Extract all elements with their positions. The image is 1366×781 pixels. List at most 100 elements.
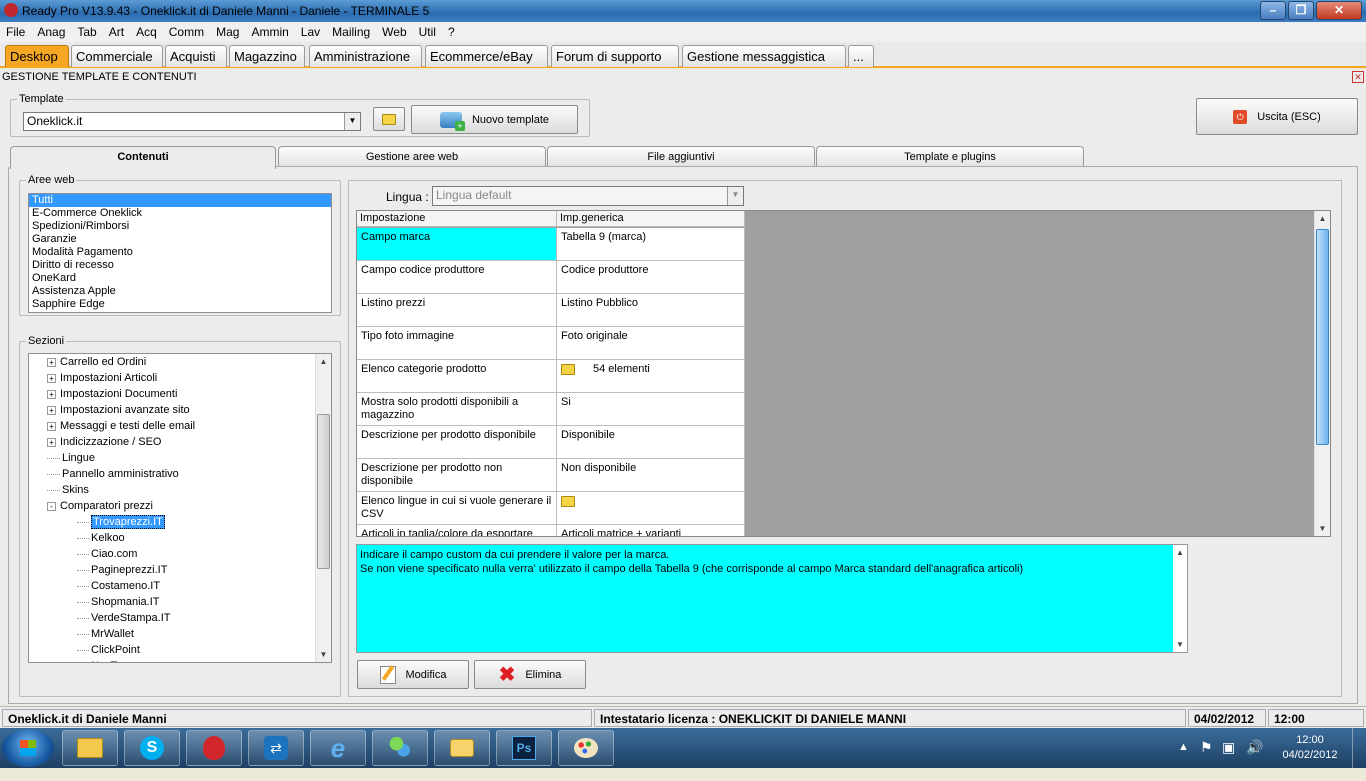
tree-node[interactable]: + Indicizzazione / SEO bbox=[47, 436, 162, 452]
tree-node[interactable]: NexTag bbox=[77, 660, 128, 662]
tree-node[interactable]: - Comparatori prezzi bbox=[47, 500, 153, 516]
description-scrollbar[interactable]: ▲ ▼ bbox=[1173, 545, 1187, 652]
new-template-button[interactable]: + Nuovo template bbox=[411, 105, 578, 134]
grid-cell-name[interactable]: Elenco categorie prodotto bbox=[357, 360, 557, 393]
grid-cell-name[interactable]: Mostra solo prodotti disponibili a magaz… bbox=[357, 393, 557, 426]
tab-messaggistica[interactable]: Gestione messaggistica bbox=[682, 45, 846, 67]
delete-button[interactable]: ✖ Elimina bbox=[474, 660, 586, 689]
menu-art[interactable]: Art bbox=[103, 22, 130, 39]
grid-cell-name[interactable]: Articoli in taglia/colore da esportare bbox=[357, 525, 557, 536]
sezioni-tree[interactable]: + Carrello ed Ordini + Impostazioni Articol… bbox=[28, 353, 332, 663]
lingua-select[interactable]: Lingua default ▼ bbox=[432, 186, 744, 206]
taskbar-teamviewer[interactable]: ⇄ bbox=[248, 730, 304, 766]
description-box[interactable]: Indicare il campo custom da cui prendere… bbox=[356, 544, 1188, 653]
menu-anag[interactable]: Anag bbox=[31, 22, 71, 39]
sezioni-scrollbar[interactable]: ▲ ▼ bbox=[315, 354, 331, 662]
tab-file-aggiuntivi[interactable]: File aggiuntivi bbox=[547, 146, 815, 167]
menu-mailing[interactable]: Mailing bbox=[326, 22, 376, 39]
menu-help[interactable]: ? bbox=[442, 22, 461, 39]
expand-icon[interactable]: + bbox=[47, 374, 56, 383]
aree-web-item[interactable]: E-Commerce Oneklick bbox=[29, 207, 331, 220]
start-button[interactable] bbox=[2, 729, 54, 767]
tab-desktop[interactable]: Desktop bbox=[5, 45, 69, 67]
menu-util[interactable]: Util bbox=[413, 22, 442, 39]
grid-cell-value[interactable] bbox=[557, 492, 745, 525]
tree-node[interactable]: Pannello amministrativo bbox=[47, 468, 179, 484]
scroll-up-icon[interactable]: ▲ bbox=[316, 354, 331, 369]
taskbar-outlook[interactable] bbox=[434, 730, 490, 766]
tree-node[interactable]: Skins bbox=[47, 484, 89, 500]
tree-node[interactable]: VerdeStampa.IT bbox=[77, 612, 171, 628]
show-hidden-icons[interactable]: ▲ bbox=[1178, 741, 1189, 781]
open-folder-button[interactable] bbox=[373, 107, 405, 131]
aree-web-item[interactable]: Diritto di recesso bbox=[29, 259, 331, 272]
grid-cell-name[interactable]: Campo codice produttore bbox=[357, 261, 557, 294]
tab-commerciale[interactable]: Commerciale bbox=[71, 45, 163, 67]
expand-icon[interactable]: + bbox=[47, 390, 56, 399]
taskbar-readypro[interactable] bbox=[186, 730, 242, 766]
grid-cell-name[interactable]: Tipo foto immagine bbox=[357, 327, 557, 360]
tree-node[interactable]: Ciao.com bbox=[77, 548, 137, 564]
tree-node[interactable]: MrWallet bbox=[77, 628, 134, 644]
tab-magazzino[interactable]: Magazzino bbox=[229, 45, 305, 67]
tab-more[interactable]: ... bbox=[848, 45, 874, 67]
grid-scrollbar[interactable]: ▲ ▼ bbox=[1314, 211, 1330, 536]
taskbar-messenger[interactable] bbox=[372, 730, 428, 766]
aree-web-list[interactable]: Tutti E-Commerce Oneklick Spedizioni/Rimbo… bbox=[28, 193, 332, 313]
tab-forum[interactable]: Forum di supporto bbox=[551, 45, 679, 67]
tab-amministrazione[interactable]: Amministrazione bbox=[309, 45, 422, 67]
tree-node[interactable]: + Messaggi e testi delle email bbox=[47, 420, 195, 436]
aree-web-item[interactable]: Spedizioni/Rimborsi bbox=[29, 220, 331, 233]
tree-node[interactable]: Pagineprezzi.IT bbox=[77, 564, 167, 580]
folder-icon[interactable] bbox=[561, 495, 575, 507]
tree-node[interactable]: Trovaprezzi.IT bbox=[77, 515, 165, 532]
aree-web-item[interactable]: Tutti bbox=[29, 194, 331, 207]
scroll-thumb[interactable] bbox=[317, 414, 330, 569]
menu-tab[interactable]: Tab bbox=[71, 22, 102, 39]
scroll-down-icon[interactable]: ▼ bbox=[1173, 637, 1187, 652]
tree-node[interactable]: Shopmania.IT bbox=[77, 596, 159, 612]
menu-lav[interactable]: Lav bbox=[295, 22, 326, 39]
taskbar-paint[interactable] bbox=[558, 730, 614, 766]
aree-web-item[interactable]: Modalità Pagamento bbox=[29, 246, 331, 259]
flag-icon[interactable]: ⚑ bbox=[1200, 739, 1213, 779]
menu-file[interactable]: File bbox=[0, 22, 31, 39]
grid-cell-value[interactable]: Articoli matrice + varianti bbox=[557, 525, 745, 536]
chevron-down-icon[interactable]: ▼ bbox=[344, 113, 360, 130]
modify-button[interactable]: Modifica bbox=[357, 660, 469, 689]
tree-node[interactable]: ClickPoint bbox=[77, 644, 140, 660]
grid-cell-value[interactable]: Si bbox=[557, 393, 745, 426]
clock[interactable]: 12:00 04/02/2012 bbox=[1282, 734, 1338, 774]
grid-cell-name[interactable]: Campo marca bbox=[357, 228, 557, 261]
expand-icon[interactable]: + bbox=[47, 438, 56, 447]
menu-acq[interactable]: Acq bbox=[130, 22, 163, 39]
menu-web[interactable]: Web bbox=[376, 22, 412, 39]
taskbar-internet-explorer[interactable]: e bbox=[310, 730, 366, 766]
menu-comm[interactable]: Comm bbox=[163, 22, 210, 39]
scroll-down-icon[interactable]: ▼ bbox=[316, 647, 331, 662]
tree-node[interactable]: + Impostazioni Documenti bbox=[47, 388, 177, 404]
tree-node[interactable]: + Impostazioni Articoli bbox=[47, 372, 157, 388]
minimize-button[interactable]: – bbox=[1260, 1, 1286, 20]
taskbar-explorer[interactable] bbox=[62, 730, 118, 766]
chevron-down-icon[interactable]: ▼ bbox=[727, 187, 743, 205]
tab-gestione-aree-web[interactable]: Gestione aree web bbox=[278, 146, 546, 167]
taskbar-skype[interactable]: S bbox=[124, 730, 180, 766]
expand-icon[interactable]: + bbox=[47, 358, 56, 367]
grid-cell-value[interactable]: Codice produttore bbox=[557, 261, 745, 294]
grid-cell-name[interactable]: Descrizione per prodotto disponibile bbox=[357, 426, 557, 459]
tree-node[interactable]: Kelkoo bbox=[77, 532, 125, 548]
close-page-icon[interactable]: ✕ bbox=[1352, 71, 1364, 83]
tree-node[interactable]: Costameno.IT bbox=[77, 580, 160, 596]
aree-web-item[interactable]: OneKard bbox=[29, 272, 331, 285]
grid-cell-name[interactable]: Listino prezzi bbox=[357, 294, 557, 327]
menu-ammin[interactable]: Ammin bbox=[245, 22, 294, 39]
volume-icon[interactable]: 🔊 bbox=[1246, 739, 1263, 779]
tab-contenuti[interactable]: Contenuti bbox=[10, 146, 276, 169]
grid-cell-value[interactable]: Listino Pubblico bbox=[557, 294, 745, 327]
collapse-icon[interactable]: - bbox=[47, 502, 56, 511]
grid-cell-value[interactable]: Foto originale bbox=[557, 327, 745, 360]
grid-cell-name[interactable]: Elenco lingue in cui si vuole generare i… bbox=[357, 492, 557, 525]
aree-web-item[interactable]: Garanzie bbox=[29, 233, 331, 246]
tree-node[interactable]: Lingue bbox=[47, 452, 95, 468]
